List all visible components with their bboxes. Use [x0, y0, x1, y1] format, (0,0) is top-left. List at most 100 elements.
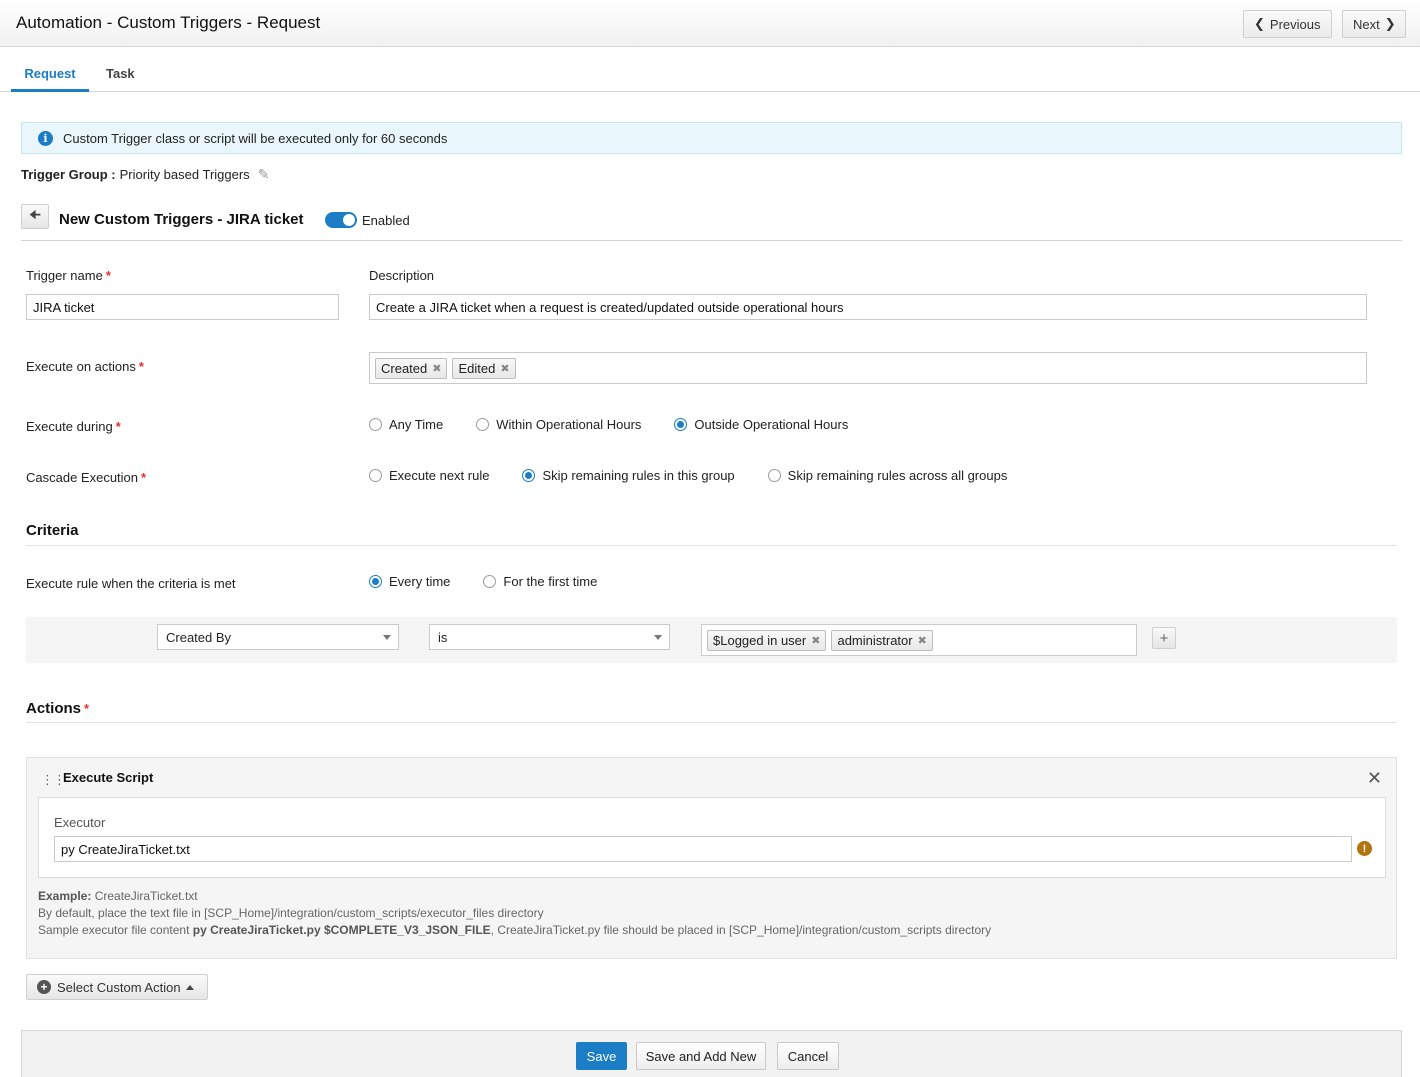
description-label: Description	[369, 268, 435, 283]
help-bold: py CreateJiraTicket.py $COMPLETE_V3_JSON…	[192, 923, 491, 937]
executor-panel: Executor py CreateJiraTicket.txt !	[38, 797, 1386, 878]
info-icon: i	[38, 130, 53, 146]
pencil-icon[interactable]: ✎	[258, 166, 270, 183]
criteria-heading: Criteria	[26, 522, 1397, 546]
radio-label: Outside Operational Hours	[694, 417, 849, 432]
help-prefix: Sample executor file content	[38, 923, 190, 937]
execute-during-label-text: Execute during	[26, 419, 113, 434]
required-marker: *	[138, 359, 144, 374]
back-button[interactable]: 🠈	[21, 204, 49, 229]
trigger-title: New Custom Triggers - JIRA ticket	[59, 211, 304, 228]
execute-script-action: ⋮⋮ Execute Script ✕ Executor py CreateJi…	[26, 757, 1397, 959]
radio-within-hours[interactable]: Within Operational Hours	[476, 417, 641, 432]
trigger-name-label-text: Trigger name	[26, 268, 103, 283]
description-input[interactable]: Create a JIRA ticket when a request is c…	[369, 294, 1367, 320]
close-icon[interactable]: ✕	[1367, 768, 1382, 789]
radio-circle	[369, 418, 382, 431]
chip-label: Created	[381, 360, 428, 376]
radio-circle-selected	[522, 469, 536, 482]
radio-skip-all[interactable]: Skip remaining rules across all groups	[767, 468, 1008, 483]
info-banner: i Custom Trigger class or script will be…	[21, 122, 1402, 154]
executor-input[interactable]: py CreateJiraTicket.txt	[54, 836, 1352, 862]
tab-request[interactable]: Request	[11, 56, 89, 92]
next-button[interactable]: Next ❯	[1342, 10, 1406, 38]
radio-label: Within Operational Hours	[496, 417, 642, 432]
execute-rule-group: Every time For the first time	[369, 574, 597, 589]
required-marker: *	[141, 470, 147, 485]
remove-icon[interactable]: ✖	[811, 634, 820, 647]
chip-created: Created ✖	[375, 357, 448, 379]
remove-icon[interactable]: ✖	[432, 362, 441, 375]
criteria-row: Created By is $Logged in user ✖ administr…	[26, 617, 1397, 663]
criteria-field-select[interactable]: Created By	[157, 624, 399, 650]
arrow-left-icon: 🠈	[28, 206, 42, 222]
executor-label: Executor	[54, 815, 106, 830]
chip-label: $Logged in user	[713, 632, 807, 648]
footer-bar: Save Save and Add New Cancel	[21, 1030, 1402, 1077]
actions-heading-text: Actions	[26, 700, 82, 717]
example-value: CreateJiraTicket.txt	[94, 889, 198, 903]
trigger-group-value: Priority based Triggers	[119, 167, 250, 182]
cascade-group: Execute next rule Skip remaining rules i…	[369, 468, 1007, 483]
select-custom-action-label: Select Custom Action	[57, 979, 181, 995]
radio-any-time[interactable]: Any Time	[369, 417, 443, 432]
execute-during-label: Execute during *	[26, 419, 121, 434]
execute-on-actions-label-text: Execute on actions	[26, 359, 136, 374]
radio-circle	[369, 469, 382, 482]
add-criteria-button[interactable]: +	[1152, 627, 1176, 649]
radio-execute-next[interactable]: Execute next rule	[369, 468, 489, 483]
previous-label: Previous	[1269, 16, 1321, 32]
radio-label: For the first time	[503, 574, 598, 589]
cancel-button[interactable]: Cancel	[777, 1042, 839, 1070]
next-label: Next	[1353, 16, 1380, 32]
enabled-toggle[interactable]	[325, 212, 357, 228]
execute-rule-label: Execute rule when the criteria is met	[26, 576, 236, 591]
remove-icon[interactable]: ✖	[918, 634, 927, 647]
radio-outside-hours[interactable]: Outside Operational Hours	[674, 417, 848, 432]
radio-first-time[interactable]: For the first time	[483, 574, 597, 589]
radio-label: Every time	[389, 574, 451, 589]
radio-skip-group[interactable]: Skip remaining rules in this group	[522, 468, 735, 483]
radio-label: Skip remaining rules across all groups	[787, 468, 1008, 483]
trigger-name-input[interactable]: JIRA ticket	[26, 294, 339, 320]
chip-administrator: administrator ✖	[831, 629, 933, 651]
chip-edited: Edited ✖	[452, 357, 516, 379]
save-and-add-new-button[interactable]: Save and Add New	[636, 1042, 766, 1070]
radio-label: Any Time	[389, 417, 444, 432]
example-text: Example: CreateJiraTicket.txt	[38, 889, 198, 903]
top-bar: Automation - Custom Triggers - Request ❮…	[0, 0, 1420, 47]
criteria-operator-select[interactable]: is	[429, 624, 670, 650]
execute-during-group: Any Time Within Operational Hours Outsid…	[369, 417, 848, 432]
execute-on-actions-input[interactable]: Created ✖ Edited ✖	[369, 352, 1367, 384]
previous-button[interactable]: ❮ Previous	[1243, 10, 1332, 38]
chip-label: Edited	[458, 360, 496, 376]
help-directory-text: By default, place the text file in [SCP_…	[38, 906, 544, 920]
required-marker: *	[105, 268, 111, 283]
radio-circle-selected	[674, 418, 688, 431]
save-button[interactable]: Save	[576, 1042, 627, 1070]
chevron-left-icon: ❮	[1254, 16, 1265, 31]
trigger-header: 🠈 New Custom Triggers - JIRA ticket Enab…	[21, 204, 1402, 241]
select-custom-action-button[interactable]: + Select Custom Action	[26, 974, 208, 1000]
drag-handle-icon[interactable]: ⋮⋮	[41, 772, 66, 788]
radio-every-time[interactable]: Every time	[369, 574, 450, 589]
enabled-label: Enabled	[362, 213, 410, 228]
help-suffix: , CreateJiraTicket.py file should be pla…	[490, 923, 992, 937]
caret-up-icon	[185, 984, 194, 990]
radio-label: Skip remaining rules in this group	[542, 468, 735, 483]
remove-icon[interactable]: ✖	[500, 362, 509, 375]
radio-circle	[767, 469, 781, 482]
warning-icon[interactable]: !	[1357, 841, 1372, 856]
radio-label: Execute next rule	[389, 468, 490, 483]
chevron-down-icon	[654, 635, 662, 640]
select-value: is	[438, 630, 448, 645]
tab-task[interactable]: Task	[106, 56, 135, 92]
info-text: Custom Trigger class or script will be e…	[63, 130, 448, 146]
action-title: Execute Script	[63, 770, 154, 785]
chevron-down-icon	[383, 635, 391, 640]
cascade-label-text: Cascade Execution	[26, 470, 139, 485]
plus-icon: +	[1159, 629, 1169, 647]
criteria-values-input[interactable]: $Logged in user ✖ administrator ✖	[701, 624, 1137, 656]
radio-circle	[476, 418, 490, 431]
radio-circle	[483, 575, 497, 588]
